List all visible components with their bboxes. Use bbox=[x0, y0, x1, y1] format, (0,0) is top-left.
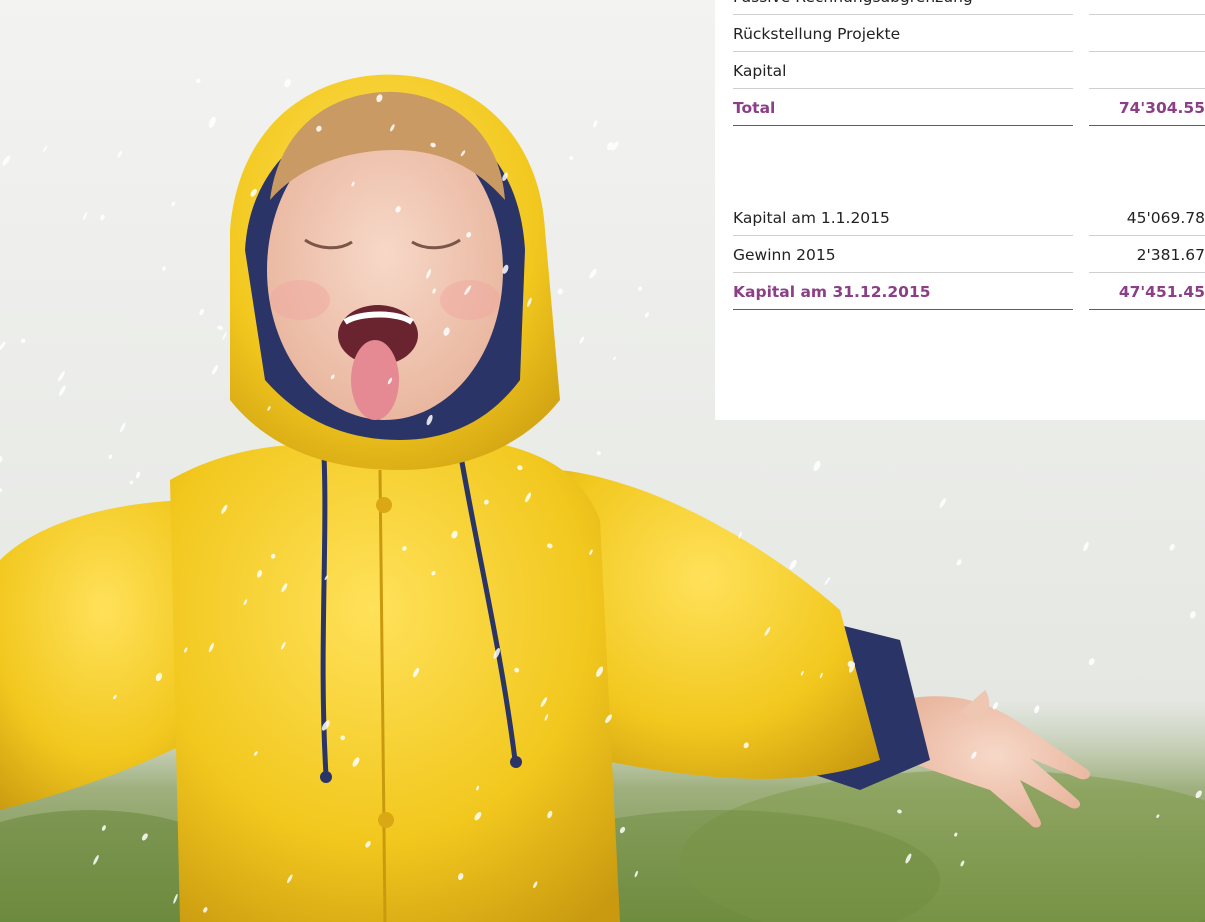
row-label: Kapital am 1.1.2015 bbox=[733, 199, 1073, 236]
capital-table: Kapital am 1.1.2015 45'069.78 Gewinn 201… bbox=[733, 199, 1205, 310]
row-label: Gewinn 2015 bbox=[733, 236, 1073, 273]
table-row: Gewinn 2015 2'381.67 bbox=[733, 236, 1205, 273]
row-label: Rückstellung Projekte bbox=[733, 15, 1073, 52]
row-label: Kapital bbox=[733, 52, 1073, 89]
row-value bbox=[1089, 15, 1205, 52]
row-value: 2'381.67 bbox=[1089, 236, 1205, 273]
row-value bbox=[1089, 52, 1205, 89]
table-row: Rückstellung Projekte bbox=[733, 15, 1205, 52]
row-value bbox=[1089, 0, 1205, 15]
total-label: Total bbox=[733, 89, 1073, 126]
total-row: Kapital am 31.12.2015 47'451.45 bbox=[733, 273, 1205, 310]
financial-tables: Passive Rechnungsabgrenzung Rückstellung… bbox=[715, 0, 1205, 420]
table-row: Kapital bbox=[733, 52, 1205, 89]
total-row: Total 74'304.55 bbox=[733, 89, 1205, 126]
row-label: Passive Rechnungsabgrenzung bbox=[733, 0, 1073, 15]
table-row: Kapital am 1.1.2015 45'069.78 bbox=[733, 199, 1205, 236]
total-value: 47'451.45 bbox=[1089, 273, 1205, 310]
balance-table: Passive Rechnungsabgrenzung Rückstellung… bbox=[733, 0, 1205, 126]
row-value: 45'069.78 bbox=[1089, 199, 1205, 236]
table-row: Passive Rechnungsabgrenzung bbox=[733, 0, 1205, 15]
total-value: 74'304.55 bbox=[1089, 89, 1205, 126]
total-label: Kapital am 31.12.2015 bbox=[733, 273, 1073, 310]
